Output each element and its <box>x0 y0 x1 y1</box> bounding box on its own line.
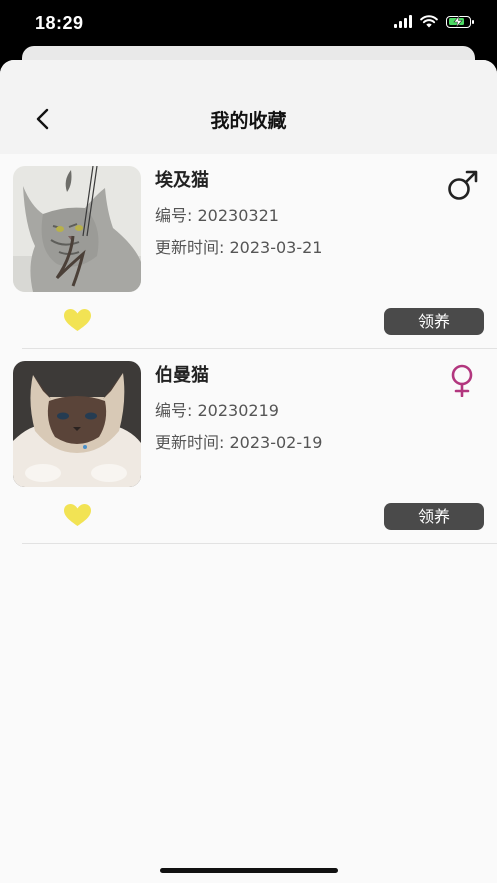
pet-updated-time: 更新时间: 2023-03-21 <box>155 238 323 257</box>
status-time: 18:29 <box>35 13 84 33</box>
page-title: 我的收藏 <box>210 110 287 132</box>
cellular-signal-icon <box>394 15 412 28</box>
pet-name: 伯曼猫 <box>155 365 209 386</box>
adopt-button[interactable]: 领养 <box>384 503 484 530</box>
favorites-list: 埃及猫 编号: 20230321 更新时间: 2023-03-21 领养 伯曼猫… <box>0 154 497 544</box>
pet-id: 编号: 20230219 <box>155 401 279 420</box>
adopt-button[interactable]: 领养 <box>384 308 484 335</box>
status-bar: 18:29 <box>0 0 497 48</box>
status-icons <box>394 15 474 28</box>
female-icon <box>451 364 473 397</box>
nav-bar: 我的收藏 <box>0 60 497 154</box>
heart-icon[interactable] <box>63 308 92 332</box>
favorites-page: 我的收藏 埃及猫 编号: 20230321 更新时间: 2023-03-21 领… <box>0 60 497 883</box>
divider <box>22 543 497 544</box>
home-indicator[interactable] <box>160 868 338 873</box>
pet-updated-time: 更新时间: 2023-02-19 <box>155 433 323 452</box>
battery-charging-icon <box>446 15 474 28</box>
wifi-icon <box>420 15 438 28</box>
pet-id: 编号: 20230321 <box>155 206 279 225</box>
pet-card[interactable]: 埃及猫 编号: 20230321 更新时间: 2023-03-21 领养 <box>0 154 497 349</box>
pet-name: 埃及猫 <box>155 170 209 191</box>
pet-card[interactable]: 伯曼猫 编号: 20230219 更新时间: 2023-02-19 领养 <box>0 349 497 544</box>
pet-photo[interactable] <box>13 361 141 487</box>
pet-photo[interactable] <box>13 166 141 292</box>
male-icon <box>448 170 478 200</box>
heart-icon[interactable] <box>63 503 92 527</box>
